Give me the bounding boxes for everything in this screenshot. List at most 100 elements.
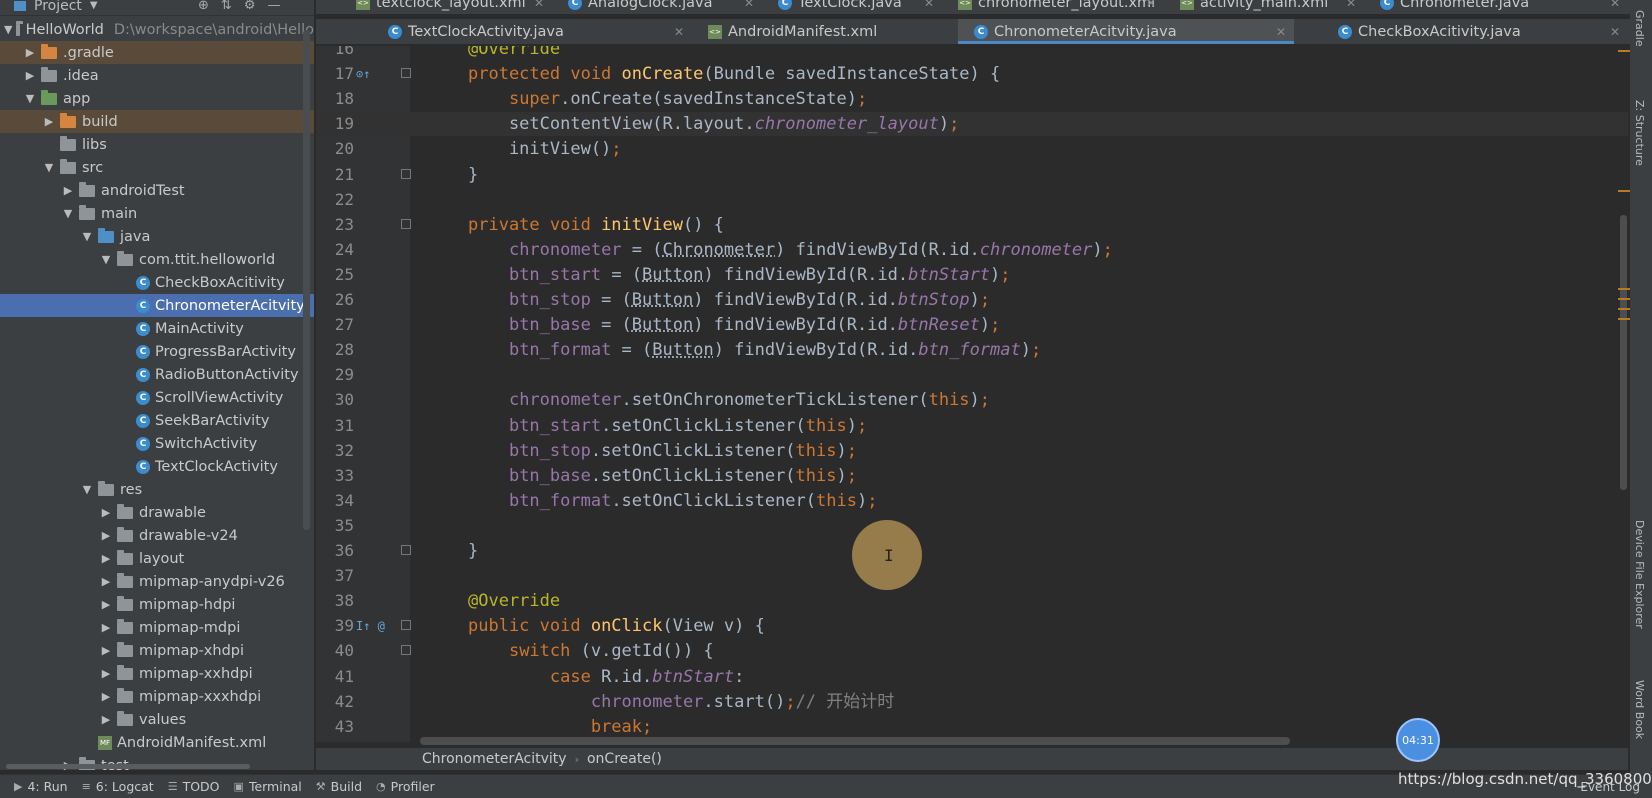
- bottom-tool-button[interactable]: ⚒ Build: [316, 779, 362, 794]
- code-line[interactable]: 18 super.onCreate(savedInstanceState);: [316, 87, 1628, 111]
- tree-item[interactable]: ▼ app: [0, 87, 314, 110]
- breadcrumb-method[interactable]: onCreate(): [587, 751, 662, 767]
- chevron-right-icon[interactable]: ▶: [99, 713, 113, 726]
- close-icon[interactable]: ✕: [744, 0, 754, 10]
- chevron-right-icon[interactable]: ▶: [23, 69, 37, 82]
- override-gutter-icon[interactable]: ⊙↑: [356, 62, 370, 86]
- code-line[interactable]: 41 case R.id.btnStart:: [316, 665, 1628, 689]
- tree-item[interactable]: ▼ java: [0, 225, 314, 248]
- warning-marker[interactable]: [1618, 298, 1630, 300]
- close-icon[interactable]: ✕: [1346, 0, 1356, 10]
- fold-marker-icon[interactable]: [401, 168, 411, 179]
- tree-item[interactable]: ▶ build: [0, 110, 314, 133]
- code-line[interactable]: 34 btn_format.setOnClickListener(this);: [316, 489, 1628, 513]
- code-line[interactable]: 16 @Override: [316, 46, 1628, 61]
- tree-item[interactable]: C ScrollViewActivity: [0, 386, 314, 409]
- editor-vertical-scrollbar[interactable]: [1620, 215, 1627, 490]
- chevron-down-icon[interactable]: ▼: [80, 230, 94, 243]
- tree-item[interactable]: ▶ values: [0, 708, 314, 731]
- code-line[interactable]: 26 btn_stop = (Button) findViewById(R.id…: [316, 288, 1628, 312]
- close-icon[interactable]: ✕: [1146, 0, 1156, 10]
- gradle-tool-button[interactable]: Gradle: [1633, 10, 1646, 47]
- tree-item[interactable]: C ProgressBarActivity: [0, 340, 314, 363]
- tree-item[interactable]: ▼ res: [0, 478, 314, 501]
- tree-item[interactable]: MF AndroidManifest.xml: [0, 731, 314, 754]
- tree-item[interactable]: ▶ androidTest: [0, 179, 314, 202]
- code-line[interactable]: 33 btn_base.setOnClickListener(this);: [316, 464, 1628, 488]
- chevron-right-icon[interactable]: ▶: [99, 575, 113, 588]
- fold-marker-icon[interactable]: [401, 545, 411, 555]
- code-line[interactable]: 24 chronometer = (Chronometer) findViewB…: [316, 238, 1628, 262]
- code-line[interactable]: 40 switch (v.getId()) {: [316, 639, 1628, 663]
- tree-item[interactable]: ▶ drawable: [0, 501, 314, 524]
- code-line[interactable]: 19 setContentView(R.layout.chronometer_l…: [316, 112, 1628, 137]
- code-line[interactable]: 20 initView();: [316, 137, 1628, 161]
- chevron-right-icon[interactable]: ▶: [99, 506, 113, 519]
- code-line[interactable]: 36}: [316, 539, 1628, 563]
- code-line[interactable]: 30 chronometer.setOnChronometerTickListe…: [316, 388, 1628, 412]
- bottom-tool-button[interactable]: ▣ Terminal: [234, 779, 302, 794]
- close-icon[interactable]: ✕: [534, 0, 544, 10]
- tree-item[interactable]: C CheckBoxAcitivity: [0, 271, 314, 294]
- editor-horizontal-scrollbar[interactable]: [420, 737, 1290, 745]
- close-icon[interactable]: ✕: [674, 25, 684, 39]
- tree-item[interactable]: ▶ .gradle: [0, 41, 314, 64]
- editor-tab[interactable]: C ChronometerAcitvity.java ✕: [958, 19, 1294, 44]
- tree-item[interactable]: ▶ mipmap-hdpi: [0, 593, 314, 616]
- editor-tab[interactable]: C TextClock.java ✕: [762, 0, 942, 12]
- editor-tab[interactable]: C TextClockActivity.java ✕: [372, 19, 692, 44]
- code-line[interactable]: 23 private void initView() {: [316, 213, 1628, 237]
- chevron-right-icon[interactable]: ▶: [23, 46, 37, 59]
- tree-item[interactable]: ▶ mipmap-anydpi-v26: [0, 570, 314, 593]
- code-line[interactable]: 21}: [316, 163, 1628, 187]
- tree-item[interactable]: ▼ src: [0, 156, 314, 179]
- project-view-selector[interactable]: Project: [34, 0, 82, 14]
- code-line[interactable]: 37: [316, 564, 1628, 588]
- tree-item[interactable]: libs: [0, 133, 314, 156]
- editor-tab[interactable]: C CheckBoxAcitivity.java ✕: [1322, 19, 1628, 44]
- bottom-tool-button[interactable]: ▶ 4: Run: [14, 779, 68, 794]
- code-line[interactable]: 38 @Override: [316, 589, 1628, 613]
- warning-marker[interactable]: [1618, 318, 1630, 320]
- code-line[interactable]: 31 btn_start.setOnClickListener(this);: [316, 414, 1628, 438]
- warning-marker[interactable]: [1618, 288, 1630, 290]
- tree-item[interactable]: ▶ .idea: [0, 64, 314, 87]
- bottom-tool-button[interactable]: ≡ 6: Logcat: [82, 779, 154, 794]
- tree-item[interactable]: C ChronometerAcitvity: [0, 294, 314, 317]
- code-line[interactable]: 28 btn_format = (Button) findViewById(R.…: [316, 338, 1628, 362]
- chevron-down-icon[interactable]: ▼: [99, 253, 113, 266]
- close-icon[interactable]: ✕: [1276, 25, 1286, 39]
- chevron-down-icon[interactable]: ▼: [23, 92, 37, 105]
- chevron-right-icon[interactable]: ▶: [99, 598, 113, 611]
- gear-icon[interactable]: ⚙: [244, 0, 256, 13]
- tree-item[interactable]: ▶ mipmap-xxxhdpi: [0, 685, 314, 708]
- code-line[interactable]: 32 btn_stop.setOnClickListener(this);: [316, 439, 1628, 463]
- fold-marker-icon[interactable]: [401, 645, 411, 656]
- tree-item[interactable]: ▼ com.ttit.helloworld: [0, 248, 314, 271]
- breadcrumb-class[interactable]: ChronometerAcitvity: [422, 751, 567, 767]
- fold-marker-icon[interactable]: [401, 620, 411, 631]
- chevron-right-icon[interactable]: ▶: [42, 115, 56, 128]
- code-line[interactable]: 35: [316, 514, 1628, 538]
- word-book-button[interactable]: Word Book: [1633, 680, 1646, 739]
- editor-tab[interactable]: C Chronometer.java ✕: [1364, 0, 1628, 12]
- tree-item[interactable]: C RadioButtonActivity: [0, 363, 314, 386]
- chevron-right-icon[interactable]: ▶: [99, 690, 113, 703]
- fold-marker-icon[interactable]: [401, 68, 411, 79]
- close-icon[interactable]: ✕: [1610, 0, 1620, 10]
- code-line[interactable]: 22: [316, 188, 1628, 212]
- tree-item[interactable]: C MainActivity: [0, 317, 314, 340]
- fold-marker-icon[interactable]: [401, 218, 411, 229]
- tree-item[interactable]: ▶ layout: [0, 547, 314, 570]
- chevron-right-icon[interactable]: ▶: [99, 552, 113, 565]
- warning-marker[interactable]: [1618, 190, 1630, 192]
- chevron-right-icon[interactable]: ▶: [61, 184, 75, 197]
- structure-tool-button[interactable]: Z: Structure: [1633, 100, 1646, 166]
- code-line[interactable]: 39 I↑ @ public void onClick(View v) {: [316, 614, 1628, 638]
- close-icon[interactable]: ✕: [924, 0, 934, 10]
- editor-tab[interactable]: <> textclock_layout.xml ✕: [340, 0, 552, 12]
- project-scrollbar[interactable]: [303, 30, 310, 530]
- editor-tab[interactable]: C AnalogClock.java ✕: [552, 0, 762, 12]
- chevron-down-icon[interactable]: ▼: [90, 0, 98, 11]
- tree-item[interactable]: ▶ mipmap-xhdpi: [0, 639, 314, 662]
